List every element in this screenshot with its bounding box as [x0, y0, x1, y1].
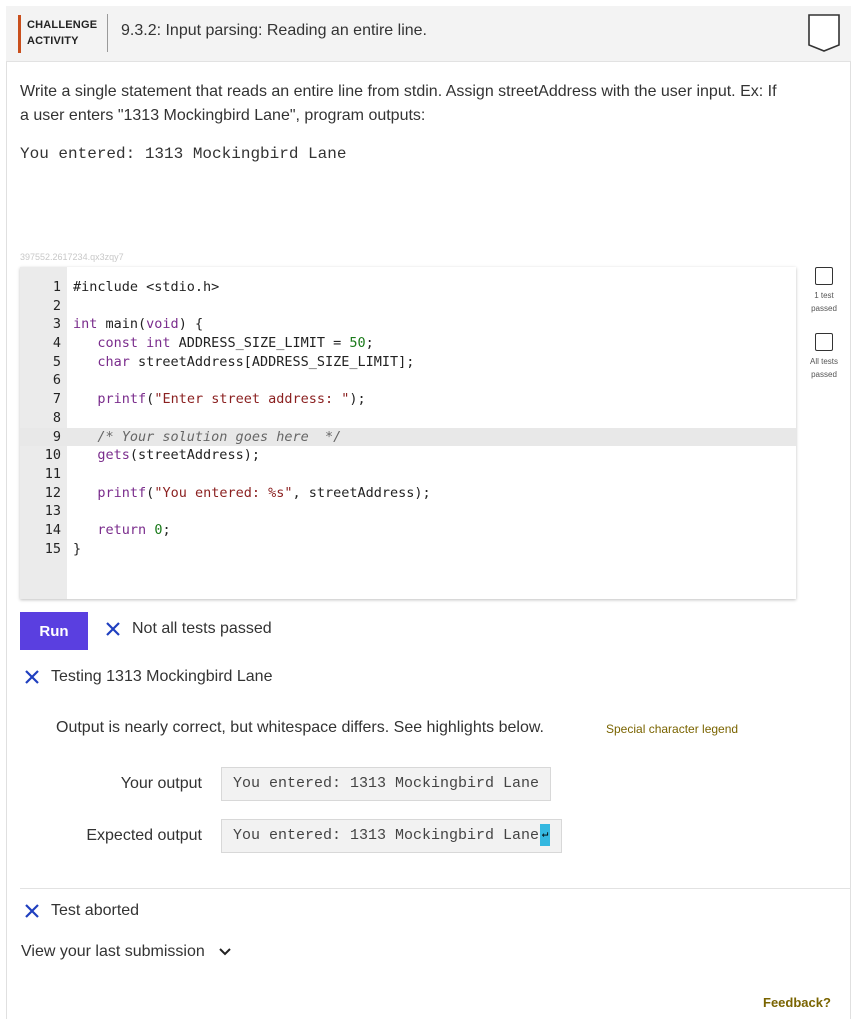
run-button[interactable]: Run — [20, 612, 88, 650]
one-test-checkbox-icon — [815, 267, 833, 285]
activity-title: 9.3.2: Input parsing: Reading an entire … — [121, 22, 427, 39]
all-tests-checkbox-icon — [815, 333, 833, 351]
code-line-7[interactable]: 7 printf("Enter street address: "); — [20, 390, 796, 409]
code-line-5[interactable]: 5 char streetAddress[ADDRESS_SIZE_LIMIT]… — [20, 353, 796, 372]
chevron-down-icon — [219, 948, 231, 956]
code-line-14[interactable]: 14 return 0; — [20, 521, 796, 540]
special-character-legend-link[interactable]: Special character legend — [606, 722, 738, 736]
code-line-6[interactable]: 6 — [20, 371, 796, 390]
expected-output-box: You entered: 1313 Mockingbird Lane ↵ — [221, 819, 563, 853]
comparison-message: Output is nearly correct, but whitespace… — [56, 719, 544, 736]
one-test-status: 1 test passed — [802, 267, 846, 315]
feedback-link[interactable]: Feedback? — [763, 995, 831, 1010]
test-aborted-status: Test aborted — [25, 902, 139, 920]
code-line-15[interactable]: 15} — [20, 540, 796, 559]
code-line-12[interactable]: 12 printf("You entered: %s", streetAddre… — [20, 484, 796, 503]
code-line-4[interactable]: 4 const int ADDRESS_SIZE_LIMIT = 50; — [20, 334, 796, 353]
your-output-box: You entered: 1313 Mockingbird Lane — [221, 767, 552, 801]
challenge-activity-badge: CHALLENGE ACTIVITY — [18, 15, 113, 53]
view-last-submission[interactable]: View your last submission — [21, 943, 231, 961]
activity-prompt: Write a single statement that reads an e… — [20, 83, 777, 124]
code-line-3[interactable]: 3 int main(void) { — [20, 315, 796, 334]
activity-id: 397552.2617234.qx3zqy7 — [20, 252, 124, 262]
your-output-label: Your output — [120, 775, 202, 792]
run-result: Not all tests passed — [106, 620, 272, 638]
code-line-11[interactable]: 11 — [20, 465, 796, 484]
code-line-10[interactable]: 10 gets(streetAddress); — [20, 446, 796, 465]
bookmark-icon[interactable] — [807, 13, 841, 53]
code-line-9[interactable]: 9 /* Your solution goes here */ — [20, 427, 796, 447]
code-line-8[interactable]: 8 — [20, 409, 796, 428]
code-line-1[interactable]: 1 #include <stdio.h> — [20, 278, 796, 297]
badge-line-1: CHALLENGE — [27, 19, 98, 31]
code-editor[interactable]: 1 #include <stdio.h> 2 3 int main(void) { … — [20, 267, 796, 599]
x-icon — [25, 670, 39, 684]
code-line-13[interactable]: 13 — [20, 502, 796, 521]
section-divider — [20, 888, 851, 889]
badge-line-2: ACTIVITY — [27, 35, 79, 47]
x-icon — [25, 904, 39, 918]
test-case-title: Testing 1313 Mockingbird Lane — [25, 668, 272, 686]
all-tests-status: All tests passed — [802, 333, 846, 381]
code-line-2[interactable]: 2 — [20, 297, 796, 316]
sample-output: You entered: 1313 Mockingbird Lane — [20, 145, 347, 163]
expected-output-label: Expected output — [86, 827, 202, 844]
header-divider — [107, 14, 108, 52]
newline-highlight-icon: ↵ — [540, 824, 551, 847]
activity-header: CHALLENGE ACTIVITY 9.3.2: Input parsing:… — [6, 6, 851, 62]
x-icon — [106, 622, 120, 636]
